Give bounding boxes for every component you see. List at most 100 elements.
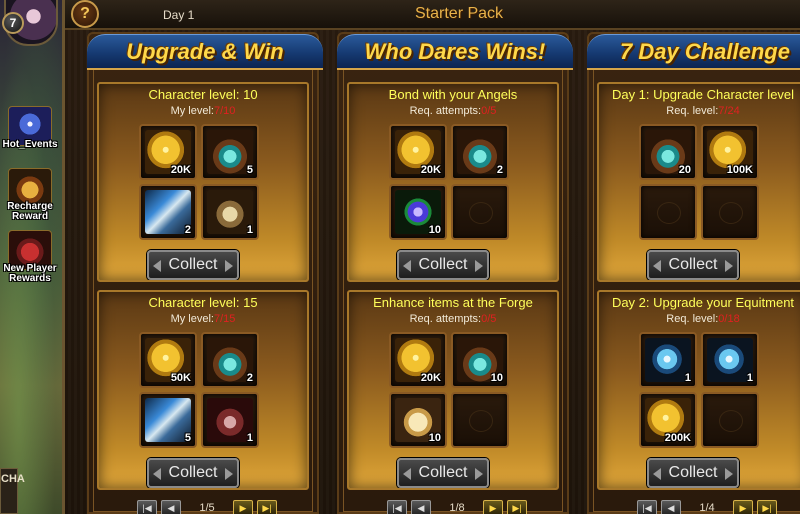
requirement-row: My level:7/10: [99, 105, 307, 117]
collect-button[interactable]: Collect: [147, 250, 239, 280]
recharge-reward-label: Recharge Reward: [7, 201, 53, 222]
reward-section: Bond with your Angels Req. attempts:0/5 20…: [347, 82, 559, 282]
reward-slot[interactable]: 5: [201, 124, 259, 180]
pagination: |◀ ◀ ▶ ▶| 1/5: [87, 500, 319, 514]
item-quantity: 1: [246, 432, 253, 444]
empty-reward-slot: [451, 184, 509, 240]
reward-grid: 1 1 200K: [639, 332, 763, 450]
collect-button[interactable]: Collect: [397, 458, 489, 488]
reward-slot[interactable]: 20K: [139, 124, 197, 180]
collect-button[interactable]: Collect: [647, 250, 739, 280]
reward-slot[interactable]: 20: [639, 124, 697, 180]
page-indicator: 1/8: [449, 502, 465, 514]
first-page-button[interactable]: |◀: [137, 500, 157, 514]
item-quantity: 50K: [170, 372, 191, 384]
last-page-button[interactable]: ▶|: [257, 500, 277, 514]
requirement-row: My level:7/15: [99, 313, 307, 325]
reward-slot[interactable]: 2: [451, 124, 509, 180]
item-quantity: 5: [184, 432, 191, 444]
new-player-rewards-label: New Player Rewards: [3, 263, 57, 284]
requirement-label: My level:: [170, 105, 214, 117]
reward-slot[interactable]: 1: [701, 332, 759, 388]
requirement-progress: 7/10: [213, 105, 236, 117]
reward-slot[interactable]: 10: [451, 332, 509, 388]
requirement-progress: 0/5: [481, 313, 497, 325]
item-quantity: 5: [246, 164, 253, 176]
item-quantity: 2: [184, 224, 191, 236]
collect-button[interactable]: Collect: [147, 458, 239, 488]
hot-events-button[interactable]: Hot_Events: [2, 106, 58, 164]
requirement-row: Req. attempts:0/5: [349, 105, 557, 117]
item-quantity: 1: [246, 224, 253, 236]
reward-grid: 20K 10 10: [389, 332, 513, 450]
reward-slot[interactable]: 20K: [389, 124, 447, 180]
reward-slot[interactable]: 1: [201, 392, 259, 448]
recharge-reward-button[interactable]: Recharge Reward: [2, 168, 58, 226]
reward-section: Character level: 10 My level:7/10 20K 5 2 1 Co…: [97, 82, 309, 282]
empty-reward-slot: [701, 392, 759, 448]
empty-reward-slot: [451, 392, 509, 448]
reward-grid: 20 100K: [639, 124, 763, 242]
section-title: Day 1: Upgrade Character level: [611, 87, 795, 102]
requirement-label: Req. level:: [666, 313, 719, 325]
reward-slot[interactable]: 100K: [701, 124, 759, 180]
item-quantity: 2: [246, 372, 253, 384]
page-indicator: 1/5: [199, 502, 215, 514]
item-quantity: 20K: [170, 164, 191, 176]
item-quantity: 20K: [420, 372, 441, 384]
requirement-row: Req. level:0/18: [599, 313, 800, 325]
last-page-button[interactable]: ▶|: [757, 500, 777, 514]
panel-banner: 7 Day Challenge: [587, 34, 800, 70]
reward-slot[interactable]: 2: [139, 184, 197, 240]
requirement-progress: 7/15: [213, 313, 236, 325]
panel-banner: Who Dares Wins!: [337, 34, 573, 70]
section-title: Character level: 15: [148, 295, 258, 310]
reward-slot[interactable]: 1: [201, 184, 259, 240]
panel-banner: Upgrade & Win: [87, 34, 323, 70]
item-quantity: 1: [746, 372, 753, 384]
page-indicator: 1/4: [699, 502, 715, 514]
reward-section: Enhance items at the Forge Req. attempts:…: [347, 290, 559, 490]
requirement-progress: 7/24: [718, 105, 740, 117]
window-title: Starter Pack: [415, 5, 504, 22]
reward-slot[interactable]: 10: [389, 184, 447, 240]
window-titlebar: ? Day 1 Starter Pack: [65, 0, 800, 30]
player-level-badge: 7: [2, 12, 24, 34]
reward-grid: 50K 2 5 1: [139, 332, 263, 450]
hot-events-label: Hot_Events: [2, 139, 58, 150]
empty-reward-slot: [639, 184, 697, 240]
last-page-button[interactable]: ▶|: [507, 500, 527, 514]
reward-slot[interactable]: 2: [201, 332, 259, 388]
requirement-row: Req. level:7/24: [599, 105, 800, 117]
starter-pack-window: ? Day 1 Starter Pack Upgrade & Win Charac…: [62, 0, 800, 514]
new-player-rewards-button[interactable]: New Player Rewards: [2, 230, 58, 288]
section-title: Character level: 10: [148, 87, 258, 102]
item-quantity: 200K: [664, 432, 691, 444]
reward-slot[interactable]: 10: [389, 392, 447, 448]
reward-slot[interactable]: 1: [639, 332, 697, 388]
panel-banner-title: Who Dares Wins!: [364, 38, 546, 64]
chat-tab[interactable]: CHA: [0, 468, 25, 514]
help-button[interactable]: ?: [71, 0, 99, 28]
reward-slot[interactable]: 20K: [389, 332, 447, 388]
pagination: |◀ ◀ ▶ ▶| 1/4: [587, 500, 800, 514]
collect-button[interactable]: Collect: [397, 250, 489, 280]
section-title: Day 2: Upgrade your Equitment: [611, 295, 795, 310]
reward-section: Character level: 15 My level:7/15 50K 2 5 1 Co…: [97, 290, 309, 490]
item-quantity: 20K: [420, 164, 441, 176]
item-quantity: 10: [428, 432, 441, 444]
requirement-label: My level:: [170, 313, 214, 325]
reward-slot[interactable]: 5: [139, 392, 197, 448]
reward-panel: Who Dares Wins! Bond with your Angels Req.…: [337, 32, 573, 514]
game-background-strip: 7 Hot_Events Recharge Reward New Player …: [0, 0, 62, 514]
section-title: Enhance items at the Forge: [373, 295, 533, 310]
item-quantity: 10: [490, 372, 503, 384]
reward-section: Day 2: Upgrade your Equitment Req. level:…: [597, 290, 800, 490]
reward-panel: 7 Day Challenge Day 1: Upgrade Character …: [587, 32, 800, 514]
first-page-button[interactable]: |◀: [637, 500, 657, 514]
reward-slot[interactable]: 200K: [639, 392, 697, 448]
item-quantity: 2: [496, 164, 503, 176]
reward-slot[interactable]: 50K: [139, 332, 197, 388]
collect-button[interactable]: Collect: [647, 458, 739, 488]
first-page-button[interactable]: |◀: [387, 500, 407, 514]
